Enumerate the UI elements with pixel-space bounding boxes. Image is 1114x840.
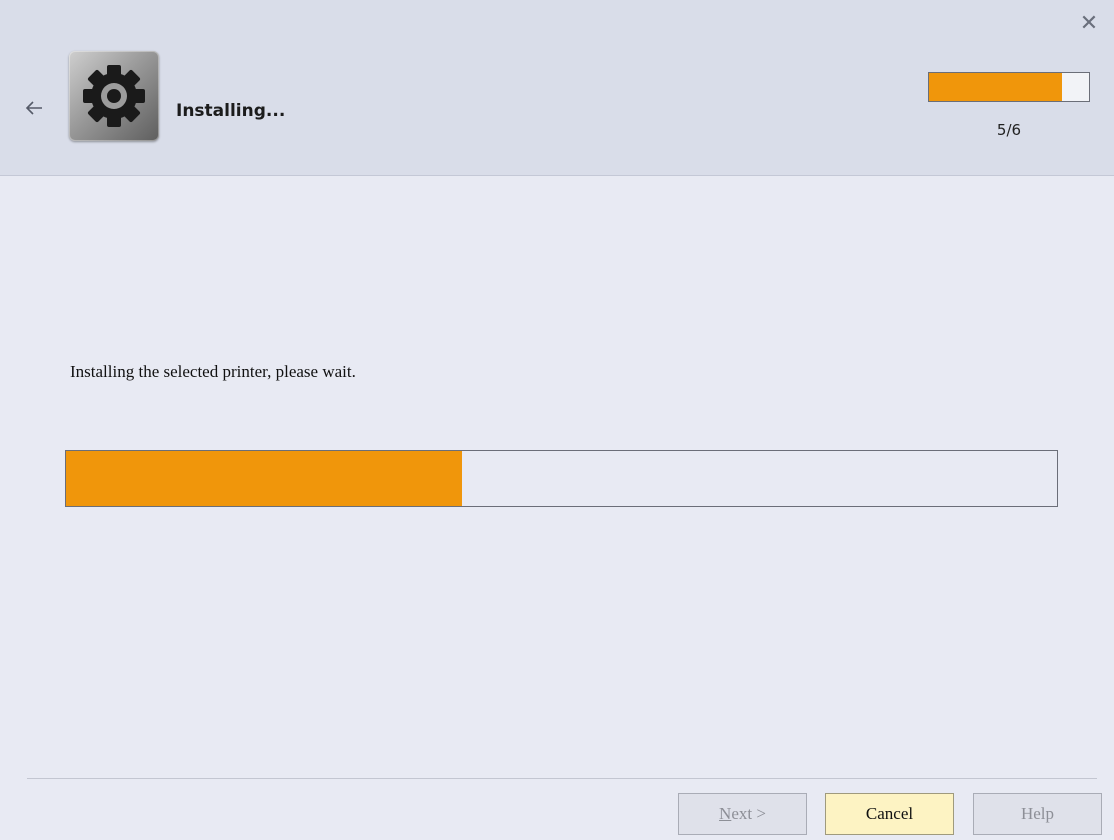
footer-divider — [27, 778, 1097, 779]
next-label: ext > — [731, 804, 766, 823]
step-counter: 5/6 — [996, 121, 1022, 139]
gear-icon — [69, 51, 159, 141]
install-progress-fill — [66, 451, 463, 506]
cancel-button[interactable]: Cancel — [825, 793, 954, 835]
status-message: Installing the selected printer, please … — [70, 362, 356, 381]
next-button[interactable]: Next > — [678, 793, 807, 835]
next-mnemonic: N — [719, 804, 732, 823]
step-progress-bar — [928, 72, 1090, 102]
back-arrow-icon[interactable] — [22, 96, 46, 120]
step-progress-fill — [929, 73, 1063, 101]
installer-window: ✕ Installing... 5/6 Installing the selec… — [0, 0, 1114, 840]
wizard-header: ✕ Installing... 5/6 — [0, 0, 1114, 176]
page-title: Installing... — [176, 101, 286, 121]
install-progress-bar — [65, 450, 1058, 507]
help-button[interactable]: Help — [973, 793, 1102, 835]
close-icon[interactable]: ✕ — [1078, 12, 1100, 34]
